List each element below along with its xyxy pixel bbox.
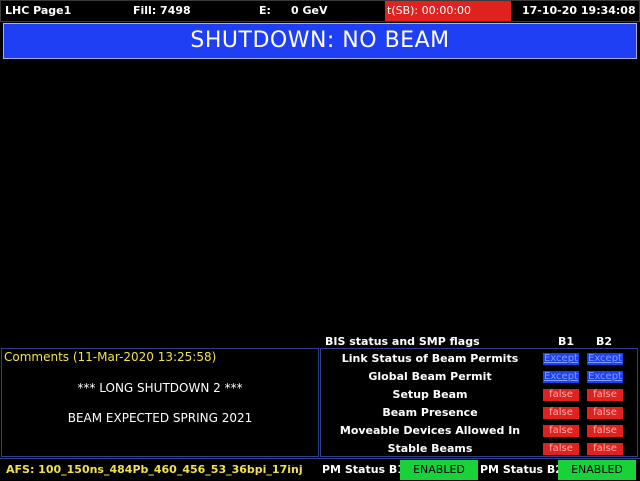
- main-display-area: [0, 60, 640, 334]
- date-time: 17-10-20 19:34:08: [522, 4, 636, 17]
- fill-number: Fill: 7498: [133, 4, 191, 17]
- bis-title: BIS status and SMP flags: [325, 335, 480, 348]
- page-title: LHC Page1: [5, 4, 72, 17]
- pm-status-b1-label: PM Status B1: [322, 463, 405, 476]
- flag-label: Beam Presence: [382, 406, 478, 419]
- flag-row: Link Status of Beam Permits Except Excep…: [321, 351, 637, 367]
- flag-row: Beam Presence false false: [321, 405, 637, 421]
- flag-label: Setup Beam: [392, 388, 468, 401]
- pm-status-b1-value: ENABLED: [400, 460, 478, 480]
- flag-label: Link Status of Beam Permits: [341, 352, 519, 365]
- comment-line-2: BEAM EXPECTED SPRING 2021: [67, 411, 253, 425]
- energy-value: 0 GeV: [291, 4, 328, 17]
- flag-b2-value: false: [587, 425, 623, 437]
- comments-title: Comments (11-Mar-2020 13:25:58): [4, 350, 217, 364]
- flag-label: Stable Beams: [387, 442, 473, 455]
- flag-b2-value: false: [587, 389, 623, 401]
- flag-label: Moveable Devices Allowed In: [339, 424, 521, 437]
- comment-line-1: *** LONG SHUTDOWN 2 ***: [77, 381, 243, 395]
- pm-status-b2-value: ENABLED: [558, 460, 636, 480]
- bis-flags-panel: Link Status of Beam Permits Except Excep…: [320, 348, 638, 457]
- flag-b1-value: Except: [543, 371, 579, 383]
- beam-mode-banner: SHUTDOWN: NO BEAM: [3, 23, 637, 59]
- comments-panel: Comments (11-Mar-2020 13:25:58) *** LONG…: [1, 348, 319, 457]
- bis-column-b2: B2: [596, 335, 613, 348]
- flag-label: Global Beam Permit: [368, 370, 492, 383]
- status-bottom-bar: AFS: 100_150ns_484Pb_460_456_53_36bpi_17…: [0, 458, 640, 481]
- flag-b2-value: false: [587, 407, 623, 419]
- flag-row: Setup Beam false false: [321, 387, 637, 403]
- afs-filling-scheme: AFS: 100_150ns_484Pb_460_456_53_36bpi_17…: [6, 463, 303, 476]
- stable-beams-timer-box: t(SB): 00:00:00: [385, 1, 511, 21]
- bis-column-b1: B1: [558, 335, 575, 348]
- flag-row: Stable Beams false false: [321, 441, 637, 457]
- flag-b1-value: Except: [543, 353, 579, 365]
- stable-beams-timer: t(SB): 00:00:00: [387, 4, 472, 17]
- flag-b1-value: false: [543, 443, 579, 455]
- pm-status-b2-label: PM Status B2: [480, 463, 563, 476]
- flag-b1-value: false: [543, 425, 579, 437]
- status-top-bar: LHC Page1 Fill: 7498 E: 0 GeV t(SB): 00:…: [0, 0, 640, 22]
- flag-row: Global Beam Permit Except Except: [321, 369, 637, 385]
- flag-b1-value: false: [543, 407, 579, 419]
- flag-b2-value: Except: [587, 353, 623, 365]
- flag-b1-value: false: [543, 389, 579, 401]
- energy-label: E:: [259, 4, 271, 17]
- flag-b2-value: Except: [587, 371, 623, 383]
- flag-b2-value: false: [587, 443, 623, 455]
- flag-row: Moveable Devices Allowed In false false: [321, 423, 637, 439]
